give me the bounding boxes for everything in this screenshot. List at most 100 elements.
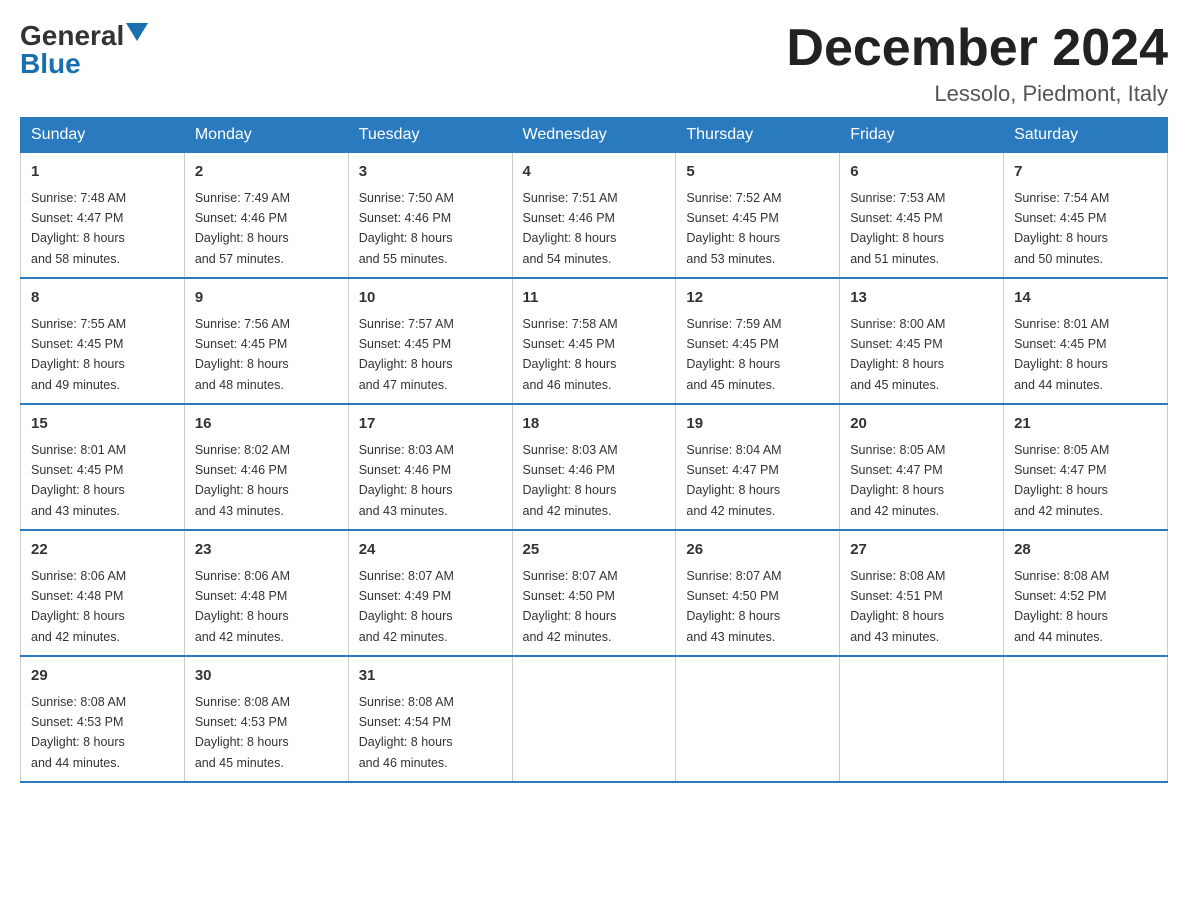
- table-row: 15 Sunrise: 8:01 AMSunset: 4:45 PMDaylig…: [21, 404, 185, 530]
- day-info: Sunrise: 7:55 AMSunset: 4:45 PMDaylight:…: [31, 317, 126, 392]
- day-info: Sunrise: 8:07 AMSunset: 4:49 PMDaylight:…: [359, 569, 454, 644]
- day-info: Sunrise: 7:49 AMSunset: 4:46 PMDaylight:…: [195, 191, 290, 266]
- table-row: [840, 656, 1004, 782]
- day-number: 29: [31, 665, 174, 688]
- day-number: 1: [31, 161, 174, 184]
- table-row: 28 Sunrise: 8:08 AMSunset: 4:52 PMDaylig…: [1004, 530, 1168, 656]
- day-info: Sunrise: 8:03 AMSunset: 4:46 PMDaylight:…: [523, 443, 618, 518]
- table-row: 7 Sunrise: 7:54 AMSunset: 4:45 PMDayligh…: [1004, 153, 1168, 279]
- table-row: 30 Sunrise: 8:08 AMSunset: 4:53 PMDaylig…: [184, 656, 348, 782]
- day-info: Sunrise: 7:51 AMSunset: 4:46 PMDaylight:…: [523, 191, 618, 266]
- day-number: 25: [523, 539, 666, 562]
- day-number: 2: [195, 161, 338, 184]
- table-row: 10 Sunrise: 7:57 AMSunset: 4:45 PMDaylig…: [348, 278, 512, 404]
- table-row: 12 Sunrise: 7:59 AMSunset: 4:45 PMDaylig…: [676, 278, 840, 404]
- day-info: Sunrise: 8:00 AMSunset: 4:45 PMDaylight:…: [850, 317, 945, 392]
- table-row: 24 Sunrise: 8:07 AMSunset: 4:49 PMDaylig…: [348, 530, 512, 656]
- day-number: 11: [523, 287, 666, 310]
- day-info: Sunrise: 8:01 AMSunset: 4:45 PMDaylight:…: [31, 443, 126, 518]
- day-number: 7: [1014, 161, 1157, 184]
- table-row: 14 Sunrise: 8:01 AMSunset: 4:45 PMDaylig…: [1004, 278, 1168, 404]
- table-row: 2 Sunrise: 7:49 AMSunset: 4:46 PMDayligh…: [184, 153, 348, 279]
- col-saturday: Saturday: [1004, 118, 1168, 153]
- day-info: Sunrise: 7:52 AMSunset: 4:45 PMDaylight:…: [686, 191, 781, 266]
- day-info: Sunrise: 7:50 AMSunset: 4:46 PMDaylight:…: [359, 191, 454, 266]
- table-row: 21 Sunrise: 8:05 AMSunset: 4:47 PMDaylig…: [1004, 404, 1168, 530]
- col-wednesday: Wednesday: [512, 118, 676, 153]
- calendar-week-row: 1 Sunrise: 7:48 AMSunset: 4:47 PMDayligh…: [21, 153, 1168, 279]
- page-header: General Blue December 2024 Lessolo, Pied…: [20, 20, 1168, 107]
- table-row: 11 Sunrise: 7:58 AMSunset: 4:45 PMDaylig…: [512, 278, 676, 404]
- day-number: 16: [195, 413, 338, 436]
- day-info: Sunrise: 8:03 AMSunset: 4:46 PMDaylight:…: [359, 443, 454, 518]
- day-number: 6: [850, 161, 993, 184]
- day-number: 12: [686, 287, 829, 310]
- day-info: Sunrise: 7:57 AMSunset: 4:45 PMDaylight:…: [359, 317, 454, 392]
- day-info: Sunrise: 7:53 AMSunset: 4:45 PMDaylight:…: [850, 191, 945, 266]
- day-info: Sunrise: 7:58 AMSunset: 4:45 PMDaylight:…: [523, 317, 618, 392]
- table-row: [1004, 656, 1168, 782]
- day-info: Sunrise: 8:07 AMSunset: 4:50 PMDaylight:…: [686, 569, 781, 644]
- table-row: 4 Sunrise: 7:51 AMSunset: 4:46 PMDayligh…: [512, 153, 676, 279]
- table-row: 26 Sunrise: 8:07 AMSunset: 4:50 PMDaylig…: [676, 530, 840, 656]
- day-number: 30: [195, 665, 338, 688]
- table-row: 27 Sunrise: 8:08 AMSunset: 4:51 PMDaylig…: [840, 530, 1004, 656]
- day-info: Sunrise: 8:05 AMSunset: 4:47 PMDaylight:…: [850, 443, 945, 518]
- day-info: Sunrise: 7:54 AMSunset: 4:45 PMDaylight:…: [1014, 191, 1109, 266]
- table-row: 8 Sunrise: 7:55 AMSunset: 4:45 PMDayligh…: [21, 278, 185, 404]
- day-info: Sunrise: 8:06 AMSunset: 4:48 PMDaylight:…: [195, 569, 290, 644]
- day-info: Sunrise: 8:08 AMSunset: 4:54 PMDaylight:…: [359, 695, 454, 770]
- calendar-header-row: Sunday Monday Tuesday Wednesday Thursday…: [21, 118, 1168, 153]
- day-number: 19: [686, 413, 829, 436]
- day-number: 14: [1014, 287, 1157, 310]
- col-friday: Friday: [840, 118, 1004, 153]
- col-thursday: Thursday: [676, 118, 840, 153]
- day-info: Sunrise: 7:56 AMSunset: 4:45 PMDaylight:…: [195, 317, 290, 392]
- calendar-week-row: 8 Sunrise: 7:55 AMSunset: 4:45 PMDayligh…: [21, 278, 1168, 404]
- location: Lessolo, Piedmont, Italy: [786, 81, 1168, 107]
- day-number: 15: [31, 413, 174, 436]
- day-info: Sunrise: 8:04 AMSunset: 4:47 PMDaylight:…: [686, 443, 781, 518]
- table-row: 3 Sunrise: 7:50 AMSunset: 4:46 PMDayligh…: [348, 153, 512, 279]
- title-block: December 2024 Lessolo, Piedmont, Italy: [786, 20, 1168, 107]
- day-number: 18: [523, 413, 666, 436]
- table-row: 22 Sunrise: 8:06 AMSunset: 4:48 PMDaylig…: [21, 530, 185, 656]
- day-number: 5: [686, 161, 829, 184]
- table-row: 31 Sunrise: 8:08 AMSunset: 4:54 PMDaylig…: [348, 656, 512, 782]
- calendar-table: Sunday Monday Tuesday Wednesday Thursday…: [20, 117, 1168, 783]
- calendar-week-row: 29 Sunrise: 8:08 AMSunset: 4:53 PMDaylig…: [21, 656, 1168, 782]
- day-info: Sunrise: 8:07 AMSunset: 4:50 PMDaylight:…: [523, 569, 618, 644]
- table-row: 17 Sunrise: 8:03 AMSunset: 4:46 PMDaylig…: [348, 404, 512, 530]
- day-number: 9: [195, 287, 338, 310]
- table-row: 13 Sunrise: 8:00 AMSunset: 4:45 PMDaylig…: [840, 278, 1004, 404]
- day-info: Sunrise: 8:05 AMSunset: 4:47 PMDaylight:…: [1014, 443, 1109, 518]
- day-info: Sunrise: 8:06 AMSunset: 4:48 PMDaylight:…: [31, 569, 126, 644]
- calendar-week-row: 22 Sunrise: 8:06 AMSunset: 4:48 PMDaylig…: [21, 530, 1168, 656]
- table-row: [676, 656, 840, 782]
- table-row: 19 Sunrise: 8:04 AMSunset: 4:47 PMDaylig…: [676, 404, 840, 530]
- day-number: 22: [31, 539, 174, 562]
- day-number: 26: [686, 539, 829, 562]
- table-row: 25 Sunrise: 8:07 AMSunset: 4:50 PMDaylig…: [512, 530, 676, 656]
- table-row: 20 Sunrise: 8:05 AMSunset: 4:47 PMDaylig…: [840, 404, 1004, 530]
- table-row: 29 Sunrise: 8:08 AMSunset: 4:53 PMDaylig…: [21, 656, 185, 782]
- day-number: 21: [1014, 413, 1157, 436]
- table-row: 6 Sunrise: 7:53 AMSunset: 4:45 PMDayligh…: [840, 153, 1004, 279]
- day-number: 31: [359, 665, 502, 688]
- day-number: 27: [850, 539, 993, 562]
- table-row: 16 Sunrise: 8:02 AMSunset: 4:46 PMDaylig…: [184, 404, 348, 530]
- table-row: [512, 656, 676, 782]
- day-info: Sunrise: 7:59 AMSunset: 4:45 PMDaylight:…: [686, 317, 781, 392]
- day-info: Sunrise: 8:02 AMSunset: 4:46 PMDaylight:…: [195, 443, 290, 518]
- day-number: 17: [359, 413, 502, 436]
- day-number: 3: [359, 161, 502, 184]
- day-info: Sunrise: 8:01 AMSunset: 4:45 PMDaylight:…: [1014, 317, 1109, 392]
- day-info: Sunrise: 8:08 AMSunset: 4:53 PMDaylight:…: [195, 695, 290, 770]
- day-info: Sunrise: 8:08 AMSunset: 4:51 PMDaylight:…: [850, 569, 945, 644]
- col-sunday: Sunday: [21, 118, 185, 153]
- col-tuesday: Tuesday: [348, 118, 512, 153]
- logo: General Blue: [20, 20, 148, 80]
- col-monday: Monday: [184, 118, 348, 153]
- table-row: 5 Sunrise: 7:52 AMSunset: 4:45 PMDayligh…: [676, 153, 840, 279]
- logo-blue: Blue: [20, 48, 81, 80]
